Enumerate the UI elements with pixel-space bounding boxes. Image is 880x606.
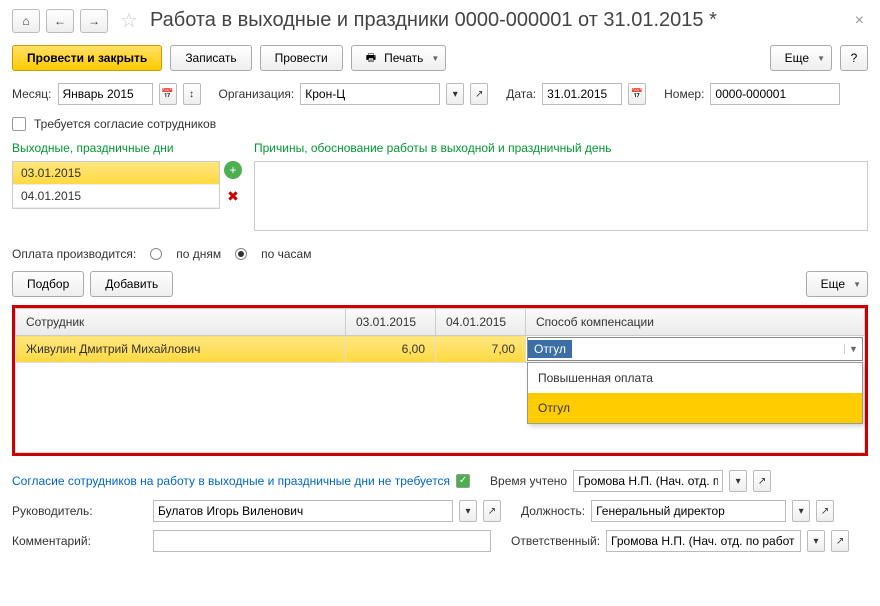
help-button[interactable]: ?: [840, 45, 868, 71]
back-button[interactable]: ←: [46, 9, 74, 33]
add-button[interactable]: Добавить: [90, 271, 173, 297]
manager-input[interactable]: [153, 500, 453, 522]
page-title: Работа в выходные и праздники 0000-00000…: [150, 9, 845, 32]
chevron-down-icon: ▼: [853, 280, 861, 289]
col-employee[interactable]: Сотрудник: [16, 309, 346, 336]
reason-textarea[interactable]: [254, 161, 868, 231]
by-days-radio[interactable]: [150, 248, 162, 260]
date-label: Дата:: [506, 87, 536, 101]
cell-hours2[interactable]: 7,00: [436, 336, 526, 363]
compensation-value: Отгул: [528, 340, 572, 358]
add-day-button[interactable]: +: [224, 161, 242, 179]
consent-label: Требуется согласие сотрудников: [34, 117, 216, 131]
by-hours-radio[interactable]: [235, 248, 247, 260]
responsible-input[interactable]: [606, 530, 801, 552]
compensation-dropdown-toggle[interactable]: ▼: [844, 344, 862, 354]
col-date2[interactable]: 04.01.2015: [436, 309, 526, 336]
chevron-down-icon: ▼: [817, 54, 825, 63]
responsible-label: Ответственный:: [511, 534, 600, 548]
org-label: Организация:: [219, 87, 295, 101]
compensation-dropdown-list: Повышенная оплата Отгул: [527, 362, 863, 424]
manager-dropdown[interactable]: ▾: [459, 500, 477, 522]
time-dropdown[interactable]: ▾: [729, 470, 747, 492]
date-picker-button[interactable]: 📅: [628, 83, 646, 105]
position-dropdown[interactable]: ▾: [792, 500, 810, 522]
cell-hours1[interactable]: 6,00: [346, 336, 436, 363]
responsible-open[interactable]: ↗: [831, 530, 849, 552]
submit-button[interactable]: Провести и закрыть: [12, 45, 162, 71]
close-button[interactable]: ×: [851, 12, 868, 30]
forward-button[interactable]: →: [80, 9, 108, 33]
comment-label: Комментарий:: [12, 534, 147, 548]
consent-note-checkbox[interactable]: [456, 474, 470, 488]
month-picker-button[interactable]: 📅: [159, 83, 177, 105]
time-input[interactable]: [573, 470, 723, 492]
manager-open[interactable]: ↗: [483, 500, 501, 522]
table-more-button[interactable]: Еще ▼: [806, 271, 868, 297]
dropdown-option[interactable]: Отгул: [528, 393, 862, 423]
remove-day-button[interactable]: ✖: [224, 187, 242, 205]
consent-note: Согласие сотрудников на работу в выходны…: [12, 474, 450, 488]
post-button[interactable]: Провести: [260, 45, 343, 71]
org-dropdown[interactable]: ▾: [446, 83, 464, 105]
month-spinner[interactable]: ↕: [183, 83, 201, 105]
select-button[interactable]: Подбор: [12, 271, 84, 297]
number-label: Номер:: [664, 87, 704, 101]
position-open[interactable]: ↗: [816, 500, 834, 522]
month-label: Месяц:: [12, 87, 52, 101]
printer-icon: 🖶: [366, 49, 376, 68]
print-button[interactable]: 🖶 Печать ▼: [351, 45, 447, 71]
org-open[interactable]: ↗: [470, 83, 488, 105]
home-button[interactable]: ⌂: [12, 9, 40, 33]
time-label: Время учтено: [490, 474, 567, 488]
position-label: Должность:: [521, 504, 585, 518]
days-header: Выходные, праздничные дни: [12, 141, 242, 155]
col-compensation[interactable]: Способ компенсации: [526, 309, 865, 336]
payment-label: Оплата производится:: [12, 247, 136, 261]
consent-checkbox[interactable]: [12, 117, 26, 131]
reason-header: Причины, обоснование работы в выходной и…: [254, 141, 868, 155]
responsible-dropdown[interactable]: ▾: [807, 530, 825, 552]
manager-label: Руководитель:: [12, 504, 147, 518]
dropdown-option[interactable]: Повышенная оплата: [528, 363, 862, 393]
day-row[interactable]: 04.01.2015: [13, 185, 219, 208]
comment-input[interactable]: [153, 530, 491, 552]
favorite-icon[interactable]: ☆: [120, 8, 138, 33]
month-input[interactable]: [58, 83, 153, 105]
cell-employee[interactable]: Живулин Дмитрий Михайлович: [16, 336, 346, 363]
position-input[interactable]: [591, 500, 786, 522]
cell-compensation[interactable]: Отгул ▼ Повышенная оплата Отгул: [526, 336, 865, 363]
save-button[interactable]: Записать: [170, 45, 251, 71]
org-input[interactable]: [300, 83, 440, 105]
date-input[interactable]: [542, 83, 622, 105]
number-input[interactable]: [710, 83, 840, 105]
day-row[interactable]: 03.01.2015: [13, 162, 219, 185]
table-row[interactable]: Живулин Дмитрий Михайлович 6,00 7,00 Отг…: [16, 336, 865, 363]
time-open[interactable]: ↗: [753, 470, 771, 492]
more-button[interactable]: Еще ▼: [770, 45, 832, 71]
chevron-down-icon: ▼: [431, 54, 439, 63]
col-date1[interactable]: 03.01.2015: [346, 309, 436, 336]
